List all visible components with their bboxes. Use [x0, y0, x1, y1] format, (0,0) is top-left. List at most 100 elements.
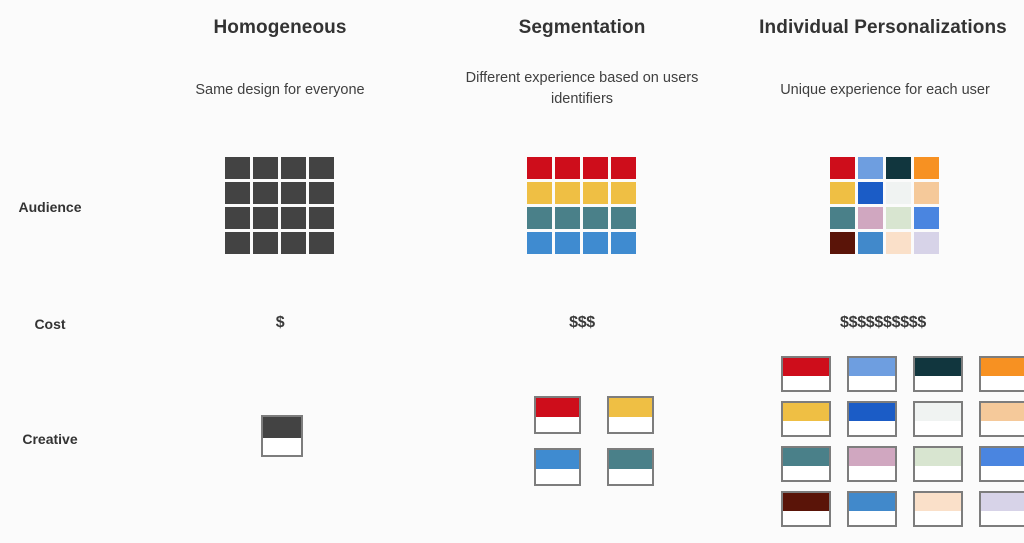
creative-card-body — [981, 465, 1024, 480]
audience-cell — [281, 207, 306, 229]
creative-card-body — [849, 465, 895, 480]
creative-card-banner — [783, 493, 829, 511]
creative-card-body — [849, 375, 895, 390]
creative-card-body — [981, 375, 1024, 390]
creative-card-banner — [981, 493, 1024, 511]
audience-cell — [309, 182, 334, 204]
creative-card-banner — [536, 398, 579, 417]
creative-card — [781, 446, 831, 482]
creative-card-body — [263, 437, 301, 455]
audience-cell — [611, 207, 636, 229]
audience-cell — [309, 157, 334, 179]
creative-card — [913, 491, 963, 527]
audience-cell — [583, 232, 608, 254]
creative-card-banner — [981, 358, 1024, 376]
creative-card-body — [981, 420, 1024, 435]
audience-cell — [611, 182, 636, 204]
creative-card-banner — [915, 448, 961, 466]
audience-cell — [527, 207, 552, 229]
creative-card — [979, 446, 1024, 482]
creative-card-banner — [783, 403, 829, 421]
audience-cell — [253, 182, 278, 204]
creative-card — [847, 491, 897, 527]
cost-value-individual: $$$$$$$$$$ — [840, 314, 926, 331]
column-subtitle-homogeneous: Same design for everyone — [195, 82, 365, 98]
creative-card — [979, 401, 1024, 437]
column-subtitle-segmentation: Different experience based on users iden… — [465, 70, 699, 107]
creative-card — [979, 491, 1024, 527]
creative-card — [781, 401, 831, 437]
row-label-cost: Cost — [34, 316, 66, 332]
creative-card-body — [981, 510, 1024, 525]
creative-card — [847, 401, 897, 437]
creative-card-banner — [783, 448, 829, 466]
audience-cell — [583, 157, 608, 179]
audience-cell — [583, 207, 608, 229]
creative-grid-segmentation — [534, 396, 654, 486]
audience-cell — [253, 157, 278, 179]
creative-card — [261, 415, 303, 457]
audience-cell — [914, 182, 939, 204]
audience-grid-homogeneous — [225, 157, 334, 254]
column-subtitle-individual-personalizations: Unique experience for each user — [780, 82, 990, 98]
creative-card-banner — [915, 403, 961, 421]
creative-card-body — [783, 465, 829, 480]
audience-cell — [555, 182, 580, 204]
creative-card — [781, 356, 831, 392]
creative-card — [979, 356, 1024, 392]
column-title-individual-personalizations: Individual Personalizations — [759, 17, 1007, 38]
audience-cell — [527, 232, 552, 254]
audience-cell — [886, 157, 911, 179]
creative-card-body — [915, 375, 961, 390]
creative-card-banner — [915, 493, 961, 511]
creative-card-banner — [536, 450, 579, 469]
audience-cell — [611, 232, 636, 254]
row-label-audience: Audience — [18, 199, 82, 215]
creative-card — [534, 448, 581, 486]
creative-card-body — [849, 420, 895, 435]
comparison-diagram: Homogeneous Segmentation Individual Pers… — [0, 0, 1024, 543]
audience-cell — [611, 157, 636, 179]
creative-card — [534, 396, 581, 434]
cost-value-segmentation: $$$ — [569, 314, 595, 331]
audience-cell — [225, 232, 250, 254]
audience-cell — [858, 182, 883, 204]
creative-card-body — [915, 465, 961, 480]
audience-cell — [225, 157, 250, 179]
audience-cell — [281, 157, 306, 179]
audience-cell — [914, 157, 939, 179]
audience-cell — [225, 207, 250, 229]
creative-card-banner — [609, 398, 652, 417]
audience-cell — [858, 232, 883, 254]
creative-card-banner — [849, 448, 895, 466]
creative-card-banner — [981, 403, 1024, 421]
audience-cell — [527, 157, 552, 179]
audience-cell — [555, 207, 580, 229]
column-title-homogeneous: Homogeneous — [213, 17, 347, 38]
creative-card-body — [783, 420, 829, 435]
audience-cell — [886, 232, 911, 254]
creative-card-body — [915, 420, 961, 435]
audience-cell — [281, 182, 306, 204]
creative-card-banner — [783, 358, 829, 376]
creative-card-body — [536, 468, 579, 484]
audience-cell — [858, 157, 883, 179]
audience-cell — [858, 207, 883, 229]
audience-cell — [830, 207, 855, 229]
creative-card-body — [609, 416, 652, 432]
column-title-segmentation: Segmentation — [518, 17, 646, 38]
audience-cell — [527, 182, 552, 204]
audience-cell — [830, 232, 855, 254]
audience-cell — [583, 182, 608, 204]
audience-cell — [914, 232, 939, 254]
audience-cell — [309, 232, 334, 254]
creative-card-body — [783, 510, 829, 525]
cost-value-homogeneous: $ — [275, 314, 285, 331]
creative-card — [913, 401, 963, 437]
creative-card-body — [849, 510, 895, 525]
audience-cell — [886, 182, 911, 204]
creative-card-body — [915, 510, 961, 525]
creative-card — [781, 491, 831, 527]
creative-card — [913, 356, 963, 392]
creative-card — [847, 446, 897, 482]
